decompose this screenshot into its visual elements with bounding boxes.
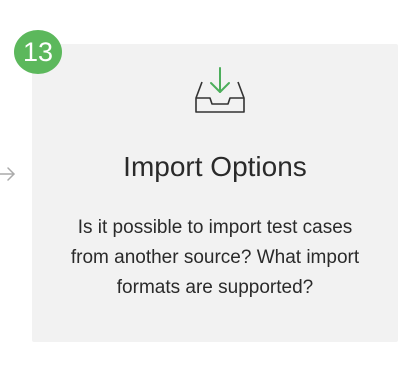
step-number-badge: 13 [14, 30, 62, 74]
arrow-right-icon [0, 167, 15, 181]
card-description: Is it possible to import test cases from… [70, 217, 360, 298]
page: 13 Import Options Is it possible to impo… [0, 0, 413, 370]
inbox-download-icon [195, 67, 245, 113]
card-title: Import Options [123, 151, 307, 182]
